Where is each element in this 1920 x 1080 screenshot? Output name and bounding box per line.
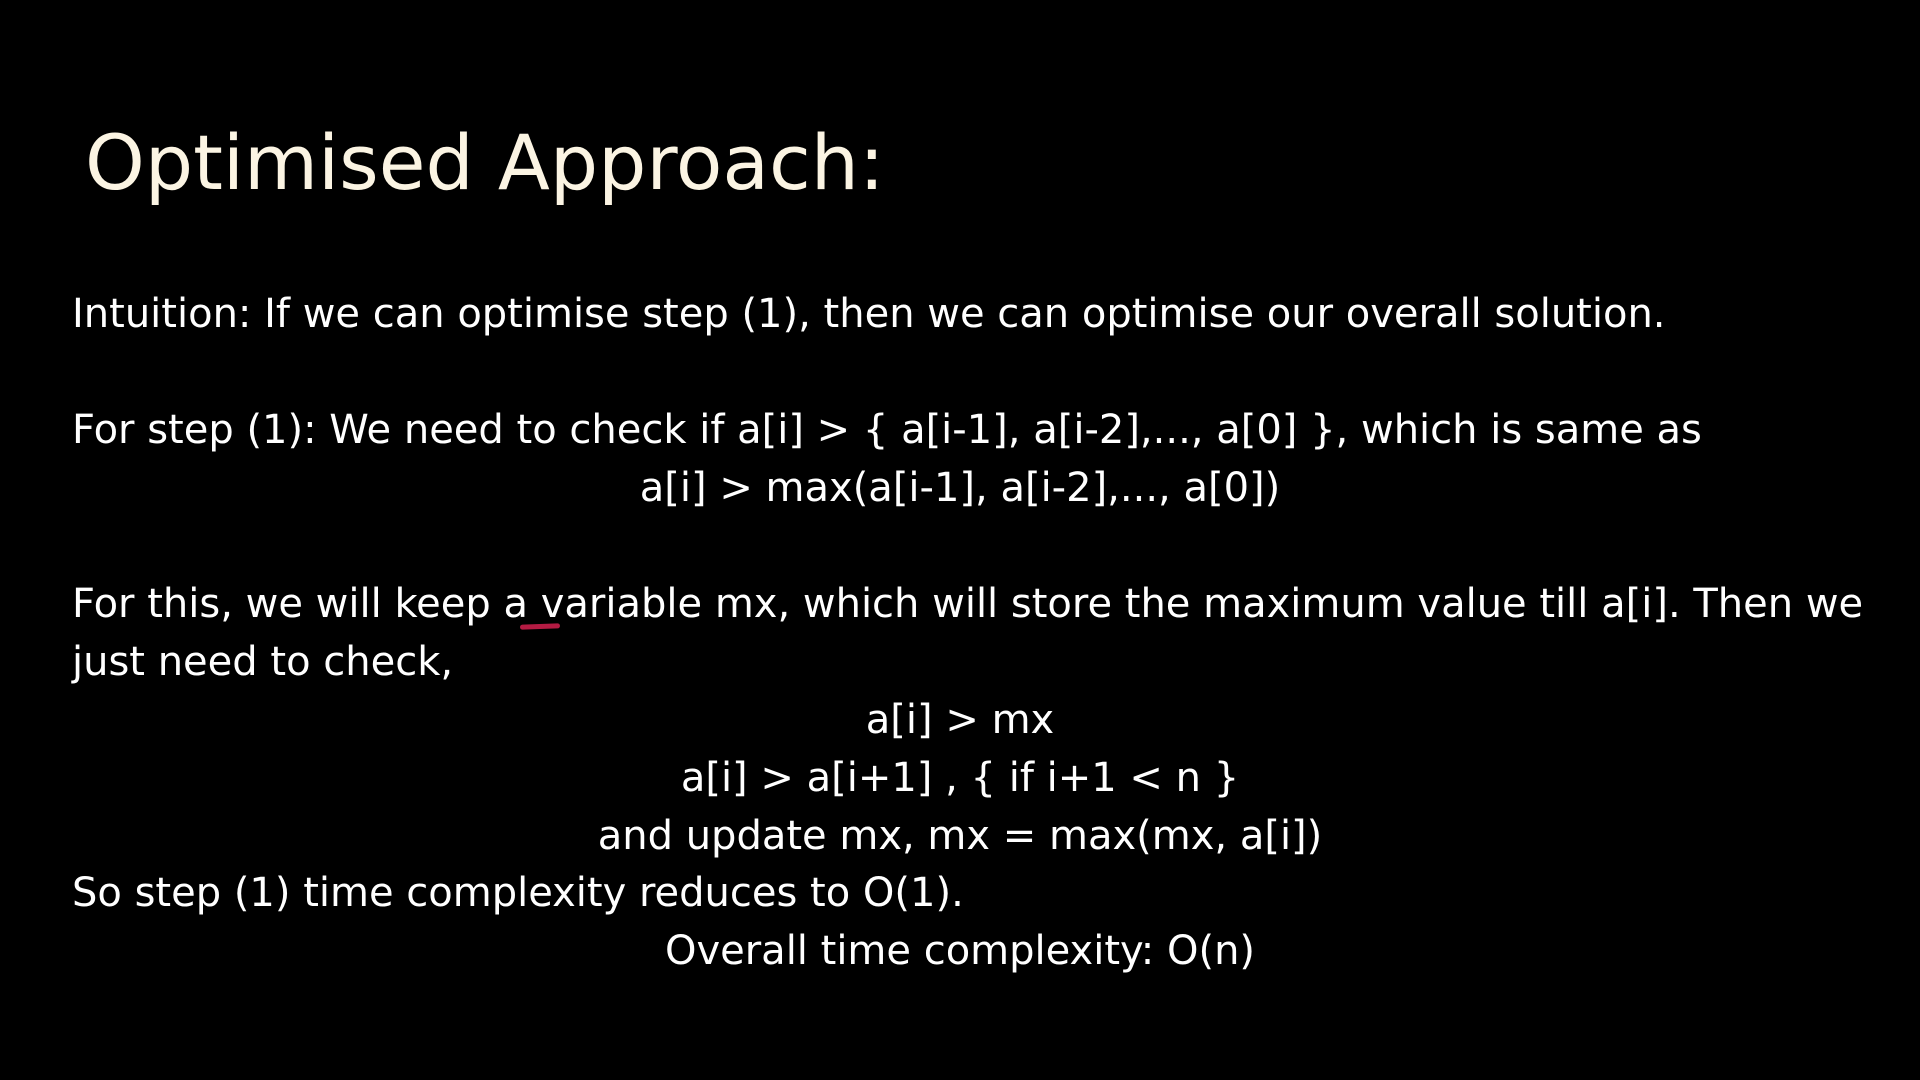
step-formula: a[i] > max(a[i-1], a[i-2],..., a[0]) [639, 465, 1281, 511]
pen-annotation-mark [519, 623, 561, 630]
check-condition-1: a[i] > mx [865, 697, 1055, 743]
check-condition-2: a[i] > a[i+1] , { if i+1 < n } [680, 755, 1240, 801]
overall-complexity-text: Overall time complexity: O(n) [664, 928, 1256, 974]
variable-text-line-2: just need to check, [72, 639, 454, 685]
slide-title: Optimised Approach: [85, 118, 885, 207]
variable-text-line-1: For this, we will keep a variable mx, wh… [72, 581, 1864, 627]
step-complexity-text: So step (1) time complexity reduces to O… [72, 870, 964, 916]
slide: Optimised Approach: Intuition: If we can… [0, 0, 1920, 1080]
step-text: For step (1): We need to check if a[i] >… [72, 407, 1702, 453]
intuition-text: Intuition: If we can optimise step (1), … [72, 291, 1666, 337]
update-statement: and update mx, mx = max(mx, a[i]) [597, 813, 1323, 859]
